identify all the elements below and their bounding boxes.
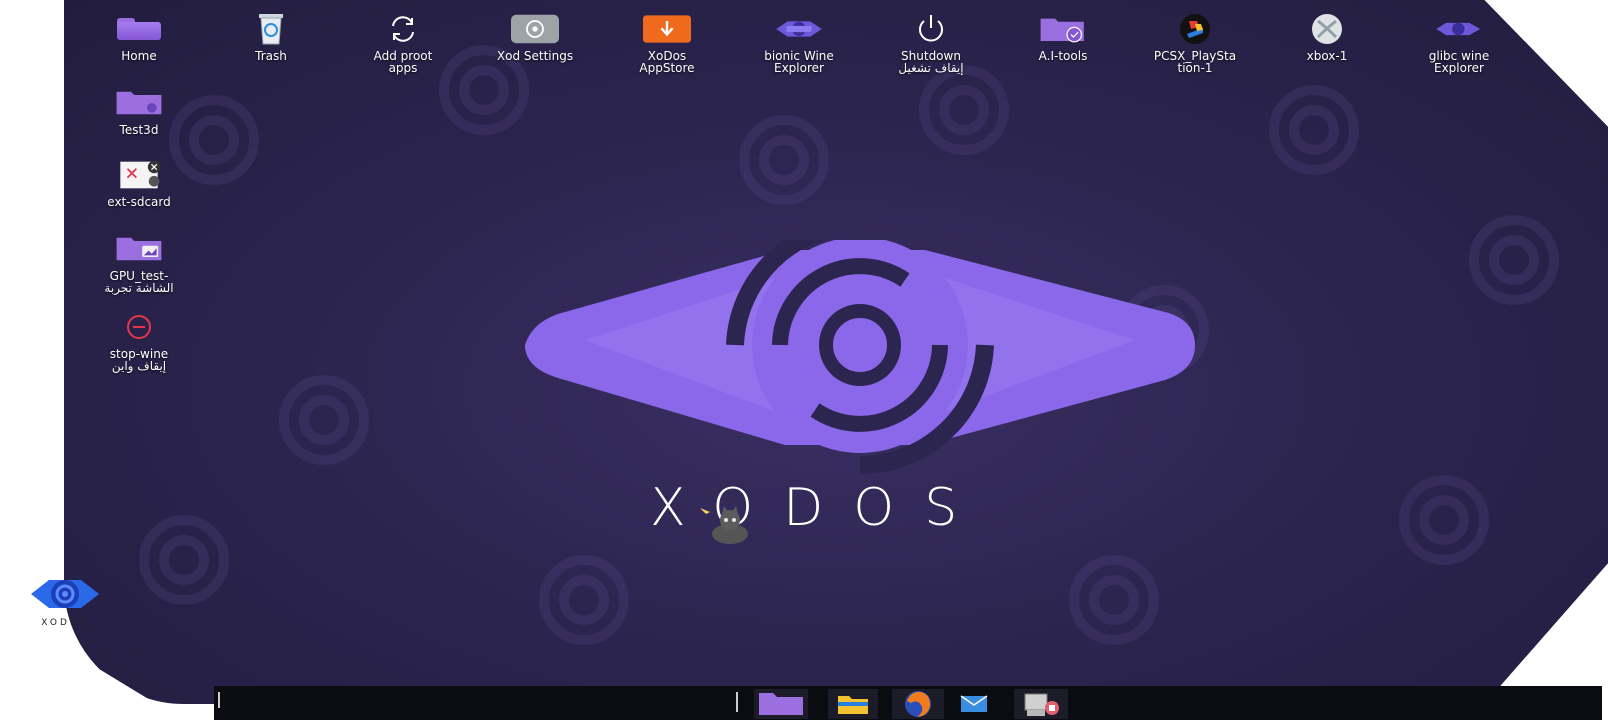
refresh-icon: [379, 12, 427, 46]
icon-bionic-wine-explorer[interactable]: bionic Wine Explorer: [739, 12, 859, 74]
download-icon: [643, 12, 691, 46]
icon-stop-wine[interactable]: stop-wine إيقاف واين: [79, 310, 199, 372]
folder-image-icon: [115, 232, 163, 266]
icon-test3d[interactable]: Test3d: [79, 86, 199, 136]
taskbar-file-manager[interactable]: [754, 689, 808, 719]
broken-link-icon: [115, 158, 163, 192]
mail-icon: [960, 695, 988, 712]
taskbar-explorer[interactable]: [828, 689, 878, 719]
icon-trash[interactable]: Trash: [211, 12, 331, 62]
bionic-badge-icon: [775, 12, 823, 46]
trash-icon: [247, 12, 295, 46]
cat-mascot-icon: [700, 506, 748, 544]
taskbar-firefox[interactable]: [892, 689, 944, 719]
xbox-icon: [1303, 12, 1351, 46]
corner-brand-text: XODOS: [41, 618, 89, 628]
power-icon: [907, 12, 955, 46]
computer-tools-icon: [1024, 693, 1059, 716]
icon-ext-sdcard[interactable]: ext-sdcard: [79, 158, 199, 208]
playstation-icon: [1171, 12, 1219, 46]
corner-xodos-logo: XODOS: [28, 572, 102, 636]
icon-home[interactable]: Home: [79, 12, 199, 62]
stop-icon: [115, 310, 163, 344]
taskbar: [214, 686, 1602, 720]
folder-check-icon: [1039, 12, 1087, 46]
icon-xodos-appstore[interactable]: XoDos AppStore: [607, 12, 727, 74]
taskbar-separator: [218, 692, 220, 708]
taskbar-separator: [736, 692, 738, 712]
folder-link-icon: [115, 86, 163, 120]
icon-shutdown[interactable]: Shutdown إيقاف تشغيل: [871, 12, 991, 74]
folder-icon: [759, 693, 803, 715]
gear-icon: [511, 12, 559, 46]
icon-glibc-wine-explorer[interactable]: glibc wine Explorer: [1399, 12, 1519, 74]
taskbar-mail[interactable]: [952, 689, 996, 719]
folder-icon: [115, 12, 163, 46]
icon-xbox[interactable]: xbox-1: [1267, 12, 1387, 62]
icon-ai-tools[interactable]: A.I-tools: [1003, 12, 1123, 62]
firefox-icon: [905, 691, 931, 717]
xodos-logo-icon: [31, 580, 99, 608]
icon-pcsx-playstation[interactable]: PCSX_PlaySta tion-1: [1135, 12, 1255, 74]
icon-add-proot-apps[interactable]: Add proot apps: [343, 12, 463, 74]
icon-xod-settings[interactable]: Xod Settings: [475, 12, 595, 62]
glibc-badge-icon: [1435, 12, 1483, 46]
icon-gpu-test[interactable]: GPU_test- الشاشة تجربة: [79, 232, 199, 294]
taskbar-system-tools[interactable]: [1014, 689, 1068, 719]
explorer-folder-icon: [838, 696, 868, 714]
screen: Home Trash Add proot apps Xod Settings X…: [0, 0, 1608, 720]
